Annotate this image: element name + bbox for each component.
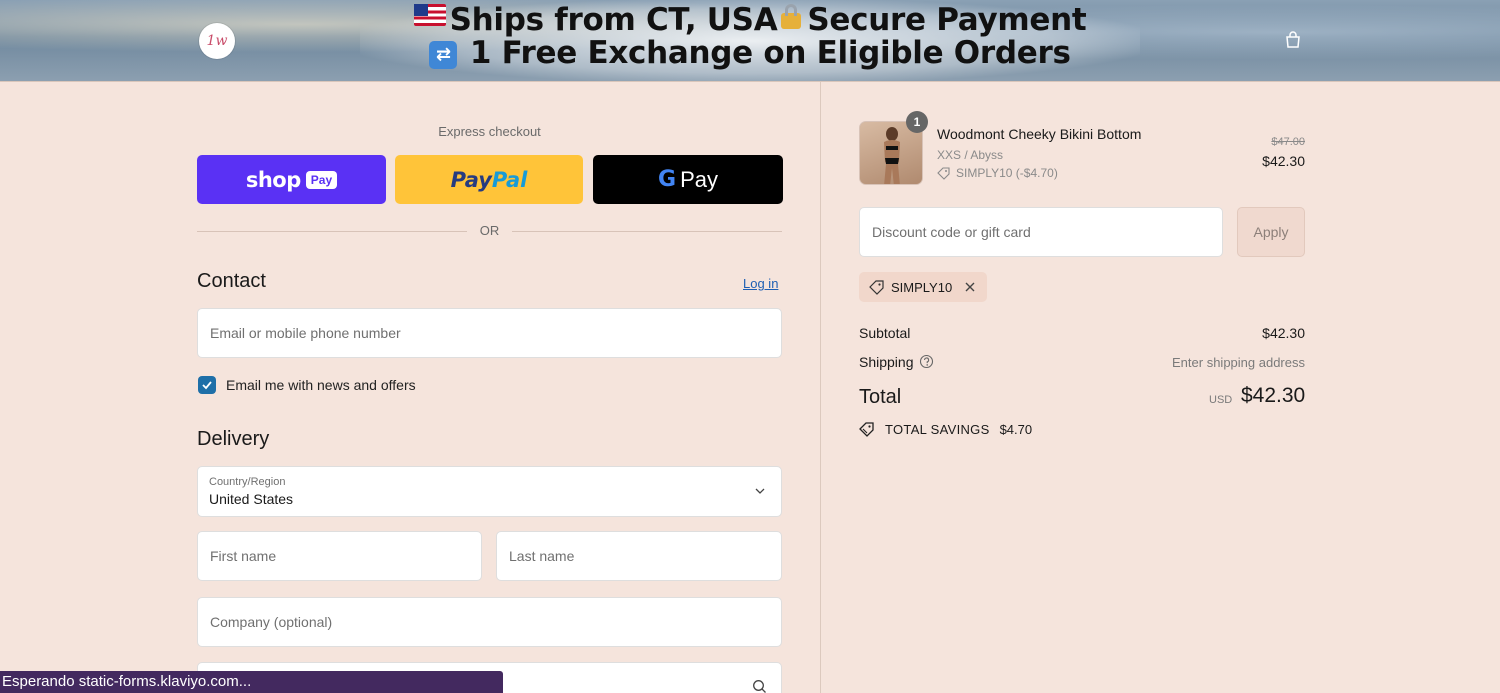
country-label: Country/Region: [209, 476, 286, 488]
contact-title: Contact: [197, 270, 266, 292]
quantity-badge: 1: [906, 111, 928, 133]
or-divider: OR: [197, 222, 782, 242]
price-final: $42.30: [1262, 153, 1305, 169]
google-pay-word: Pay: [680, 166, 718, 192]
shipping-value: Enter shipping address: [1172, 355, 1305, 370]
google-pay-button[interactable]: G Pay: [593, 155, 783, 204]
first-name-field[interactable]: [197, 531, 482, 581]
browser-status-bar: Esperando static-forms.klaviyo.com...: [0, 671, 503, 693]
last-name-field[interactable]: [496, 531, 782, 581]
shop-pay-button[interactable]: shop Pay: [197, 155, 386, 204]
shop-pay-badge: Pay: [305, 170, 338, 189]
chevron-down-icon: [755, 488, 765, 494]
banner-secure-text: Secure Payment: [807, 2, 1087, 38]
subtotal-value: $42.30: [1262, 325, 1305, 341]
or-text: OR: [479, 223, 500, 238]
store-logo[interactable]: 1w: [199, 23, 235, 59]
subtotal-label: Subtotal: [859, 325, 911, 341]
first-name-input[interactable]: [210, 532, 481, 580]
applied-discount-code: SIMPLY10: [891, 279, 953, 295]
checkmark-icon: [202, 381, 212, 390]
paypal-word-b: Pal: [491, 167, 528, 192]
total-savings-value: $4.70: [999, 422, 1033, 437]
us-flag-icon: [413, 4, 446, 26]
email-field[interactable]: [197, 308, 782, 358]
login-link[interactable]: Log in: [743, 276, 778, 291]
newsletter-checkbox[interactable]: [198, 376, 216, 394]
price-original: $47.00: [1271, 136, 1305, 148]
column-divider: [820, 82, 821, 693]
paypal-word-a: Pay: [450, 167, 492, 192]
banner-exchange-text: 1 Free Exchange on Eligible Orders: [469, 35, 1071, 71]
shopping-bag-icon[interactable]: [1284, 31, 1302, 49]
shipping-label: Shipping: [859, 354, 914, 370]
paypal-button[interactable]: Pay Pal: [395, 155, 583, 204]
delivery-title: Delivery: [197, 428, 270, 450]
google-g-icon: G: [658, 167, 677, 192]
express-checkout-label: Express checkout: [438, 124, 541, 139]
banner-ships-text: Ships from CT, USA: [449, 2, 778, 38]
remove-discount-close-icon[interactable]: [963, 280, 977, 294]
shop-pay-word: shop: [245, 167, 301, 192]
tag-icon: [937, 166, 950, 180]
help-icon[interactable]: [919, 354, 934, 369]
tag-icon: [869, 279, 884, 295]
search-icon[interactable]: [752, 679, 767, 693]
company-input[interactable]: [210, 598, 781, 646]
newsletter-label: Email me with news and offers: [226, 377, 416, 393]
header-banner: Ships from CT, USA Secure Payment ⇄ 1 Fre…: [0, 0, 1500, 82]
product-discount-text: SIMPLY10 (-$4.70): [956, 166, 1058, 180]
total-currency: USD: [1209, 394, 1233, 406]
total-savings-label: TOTAL SAVINGS: [885, 422, 990, 437]
total-value: $42.30: [1241, 384, 1306, 407]
discount-code-field[interactable]: [859, 207, 1223, 257]
apply-discount-button[interactable]: Apply: [1237, 207, 1305, 257]
product-variant: XXS / Abyss: [937, 148, 1004, 162]
last-name-input[interactable]: [509, 532, 781, 580]
product-discount: SIMPLY10 (-$4.70): [937, 166, 1058, 180]
company-field[interactable]: [197, 597, 782, 647]
total-label: Total: [859, 386, 902, 408]
applied-discount-chip: SIMPLY10: [859, 272, 987, 302]
savings-tag-icon: [859, 422, 874, 437]
lock-icon: [781, 4, 802, 29]
total-savings-row: TOTAL SAVINGS $4.70: [859, 422, 1032, 437]
country-value: United States: [209, 491, 294, 507]
exchange-icon: ⇄: [429, 41, 458, 69]
email-input[interactable]: [210, 309, 781, 357]
product-name: Woodmont Cheeky Bikini Bottom: [937, 126, 1142, 142]
discount-code-input[interactable]: [872, 208, 1222, 256]
